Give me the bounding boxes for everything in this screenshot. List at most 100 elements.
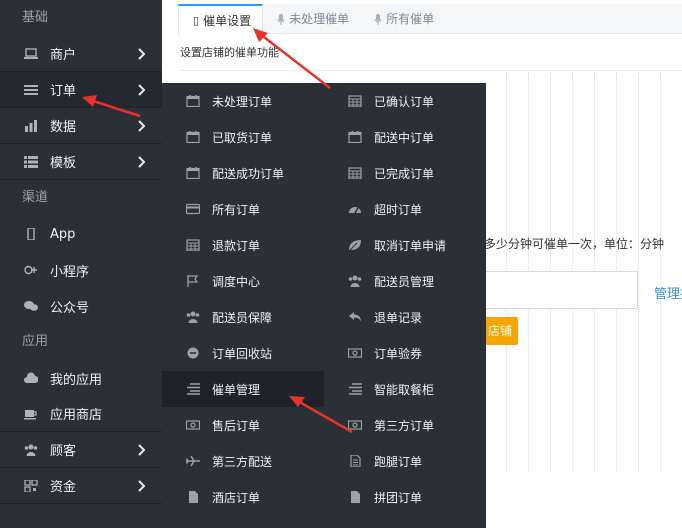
sidebar-section-basic: 基础 <box>22 10 49 25</box>
sidebar-item-template[interactable]: 模板 <box>0 144 162 180</box>
grid-guide <box>660 72 661 472</box>
reply-icon <box>348 311 362 323</box>
sidebar-item-label: App <box>50 226 76 242</box>
sidebar-item-customers[interactable]: 顾客 <box>0 432 162 468</box>
submenu-item-label: 配送成功订单 <box>212 166 285 181</box>
google-plus-icon <box>24 264 38 276</box>
submenu-item-label: 调度中心 <box>212 274 261 289</box>
submenu-item-label: 订单回收站 <box>212 346 273 361</box>
submenu-item[interactable]: 未处理订单 <box>162 83 324 119</box>
submenu-item[interactable]: 退款订单 <box>162 227 324 263</box>
file-text-icon <box>348 455 362 467</box>
align-right-icon <box>348 383 362 395</box>
submenu-item[interactable]: 第三方订单 <box>324 407 486 443</box>
manage-link[interactable]: 管理推 <box>654 283 682 302</box>
file-icon <box>348 491 362 503</box>
chevron-right-icon <box>134 83 148 97</box>
chevron-right-icon <box>134 47 148 61</box>
sidebar-item-app-store[interactable]: 应用商店 <box>0 396 162 432</box>
edit-icon: ▯ <box>193 13 200 27</box>
sidebar-item-my-apps[interactable]: 我的应用 <box>0 360 162 396</box>
chevron-right-icon <box>134 155 148 169</box>
submenu-item[interactable]: 第三方配送 <box>162 443 324 479</box>
laptop-icon <box>24 47 38 60</box>
interval-hint: 多少分钟可催单一次，单位：分钟 <box>484 237 665 251</box>
sidebar: 基础 商户 订单 数据 模板 渠道 App 小程序 公众号 应用 我的应用 应用… <box>0 0 162 528</box>
sidebar-item-label: 资金 <box>50 480 77 495</box>
submenu-item[interactable]: 酒店订单 <box>162 479 324 515</box>
tab-unprocessed-reminders[interactable]: 未处理催单 <box>263 4 360 34</box>
submenu-item[interactable]: 调度中心 <box>162 263 324 299</box>
sidebar-item-app[interactable]: App <box>0 216 162 252</box>
grid-guide <box>638 72 639 472</box>
submenu-item-label: 酒店订单 <box>212 490 261 505</box>
submenu-item-label: 跑腿订单 <box>374 454 423 469</box>
submenu-item[interactable]: 售后订单 <box>162 407 324 443</box>
sidebar-item-data[interactable]: 数据 <box>0 108 162 144</box>
chevron-right-icon <box>134 479 148 493</box>
sidebar-item-label: 模板 <box>50 156 77 171</box>
submenu-item[interactable]: 已取货订单 <box>162 119 324 155</box>
minus-circle-icon <box>186 347 200 359</box>
money-icon <box>348 347 362 359</box>
th-list-icon <box>24 155 38 168</box>
submenu-item[interactable]: 配送员保障 <box>162 299 324 335</box>
submenu-item-label: 配送员保障 <box>212 310 273 325</box>
mobile-icon <box>24 228 38 240</box>
submenu-item-label: 第三方配送 <box>212 454 273 469</box>
submenu-item[interactable]: 智能取餐柜 <box>324 371 486 407</box>
submenu-item[interactable]: 配送员管理 <box>324 263 486 299</box>
submenu-item-label: 售后订单 <box>212 418 261 433</box>
page-description: 设置店铺的催单功能 <box>180 46 279 59</box>
submenu-item[interactable]: 退单记录 <box>324 299 486 335</box>
sidebar-item-orders[interactable]: 订单 <box>0 72 162 108</box>
qrcode-icon <box>24 479 38 492</box>
submenu-item[interactable]: 已确认订单 <box>324 83 486 119</box>
sidebar-item-label: 小程序 <box>50 264 90 280</box>
sidebar-item-official-account[interactable]: 公众号 <box>0 288 162 324</box>
submenu-item-label: 配送中订单 <box>374 130 435 145</box>
submenu-item-label: 第三方订单 <box>374 418 435 433</box>
calendar-icon <box>348 131 362 143</box>
sidebar-section-channel: 渠道 <box>22 190 49 205</box>
submenu-item-label: 订单验券 <box>374 346 423 361</box>
app-root: 基础 商户 订单 数据 模板 渠道 App 小程序 公众号 应用 我的应用 应用… <box>0 0 682 528</box>
tab-label: 催单设置 <box>203 13 252 28</box>
submenu-item[interactable]: 拼团订单 <box>324 479 486 515</box>
submenu-item[interactable]: 跑腿订单 <box>324 443 486 479</box>
submenu-item-label: 超时订单 <box>374 202 423 217</box>
cloud-icon <box>24 372 38 384</box>
submenu-item[interactable]: 配送中订单 <box>324 119 486 155</box>
dashboard-icon <box>348 203 362 215</box>
calendar-icon <box>186 131 200 143</box>
calendar-grid-icon <box>348 167 362 179</box>
microphone-icon <box>277 13 285 25</box>
sidebar-item-merchant[interactable]: 商户 <box>0 36 162 72</box>
chevron-right-icon <box>134 443 148 457</box>
submenu-item-label: 退单记录 <box>374 310 423 325</box>
submenu-item[interactable]: 催单管理 <box>162 371 324 407</box>
submenu-item-label: 智能取餐柜 <box>374 382 435 397</box>
submenu-item-label: 已取货订单 <box>212 130 273 145</box>
submenu-item[interactable]: 订单回收站 <box>162 335 324 371</box>
interval-input[interactable] <box>462 271 638 309</box>
submenu-item-label: 配送员管理 <box>374 274 435 289</box>
calendar-grid-icon <box>348 95 362 107</box>
file-icon <box>186 491 200 503</box>
submenu-item[interactable]: 配送成功订单 <box>162 155 324 191</box>
submenu-item-label: 未处理订单 <box>212 94 273 109</box>
submenu-item[interactable]: 订单验券 <box>324 335 486 371</box>
plane-icon <box>186 455 200 467</box>
divider <box>180 70 682 71</box>
sidebar-item-funds[interactable]: 资金 <box>0 468 162 504</box>
submenu-item[interactable]: 取消订单申请 <box>324 227 486 263</box>
save-button[interactable]: 店铺 <box>482 317 518 345</box>
money-icon <box>348 419 362 431</box>
sidebar-item-miniprogram[interactable]: 小程序 <box>0 252 162 288</box>
submenu-item[interactable]: 已完成订单 <box>324 155 486 191</box>
tab-all-reminders[interactable]: 所有催单 <box>360 4 445 34</box>
tab-reminder-settings[interactable]: ▯ 催单设置 <box>178 4 264 35</box>
sidebar-item-label: 顾客 <box>50 444 77 459</box>
submenu-item[interactable]: 所有订单 <box>162 191 324 227</box>
submenu-item[interactable]: 超时订单 <box>324 191 486 227</box>
